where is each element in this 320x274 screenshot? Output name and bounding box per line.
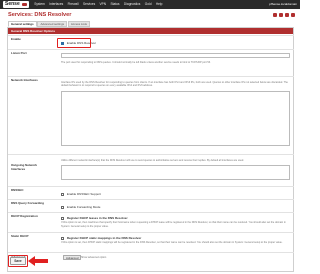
dhcp-registration-text: Register DHCP leases in the DNS Resolver	[66, 216, 128, 221]
sliders-icon[interactable]	[273, 13, 277, 17]
outgoing-interfaces-listbox[interactable]	[61, 165, 290, 181]
highlight-enable	[57, 38, 91, 48]
menu-vpn[interactable]: VPN	[97, 0, 108, 9]
tab-bar: General settings Advanced settings Acces…	[8, 21, 91, 27]
tab-advanced-settings[interactable]: Advanced settings	[37, 21, 68, 27]
row-listen-port: Listen Port The port used for responding…	[8, 49, 294, 76]
logo-mark-icon	[22, 3, 27, 6]
dhcp-registration-checkbox[interactable]	[61, 216, 64, 220]
row-enable: Enable Enable DNS Resolver	[8, 35, 294, 49]
listen-port-control: The port used for responding to DNS quer…	[61, 53, 290, 64]
row-advanced: Advanced Advanced Show advanced option	[8, 252, 294, 262]
row-network-interfaces: Network Interfaces Interface IPs used by…	[8, 76, 294, 154]
network-interfaces-help: Interface IPs used by the DNS Resolver f…	[61, 81, 288, 88]
dhcp-registration-help: If this option is set, then machines tha…	[61, 221, 286, 228]
arrow-left-icon	[28, 256, 48, 266]
row-outgoing-interfaces: Outgoing Network Interfaces Utilize diff…	[8, 154, 294, 186]
dnssec-label: DNSSEC	[11, 188, 24, 192]
tab-access-lists[interactable]: Access Lists	[67, 21, 90, 27]
main-menu: System Interfaces Firewall Services VPN …	[32, 0, 165, 9]
forwarding-checkbox[interactable]	[61, 205, 64, 209]
logo-text: Sense	[5, 1, 20, 7]
outgoing-interfaces-help: Utilize different network interface(s) t…	[61, 159, 244, 162]
panel-title: General DNS Resolver Options	[8, 28, 293, 34]
header-icons	[273, 13, 295, 17]
page-title: Services: DNS Resolver	[8, 12, 72, 18]
static-dhcp-text: Register DHCP static mappings in the DNS…	[66, 236, 142, 241]
menu-status[interactable]: Status	[108, 0, 121, 9]
outgoing-interfaces-control: Utilize different network interface(s) t…	[61, 159, 290, 181]
general-options-panel: General DNS Resolver Options Enable Enab…	[7, 27, 294, 272]
row-static-dhcp: Static DHCP Register DHCP static mapping…	[8, 232, 294, 252]
listen-port-label: Listen Port	[11, 51, 27, 55]
listen-port-input[interactable]	[61, 53, 290, 58]
network-interfaces-label: Network Interfaces	[11, 78, 38, 82]
enable-label: Enable	[11, 37, 21, 41]
menu-firewall[interactable]: Firewall	[65, 0, 80, 9]
menu-system[interactable]: System	[32, 0, 47, 9]
tab-general-settings[interactable]: General settings	[8, 21, 37, 27]
chart-icon[interactable]	[279, 13, 283, 17]
dhcp-registration-label: DHCP Registration	[11, 214, 38, 218]
advanced-note: Show advanced option	[81, 256, 107, 259]
static-dhcp-label: Static DHCP	[11, 234, 29, 238]
network-interfaces-listbox[interactable]	[61, 90, 290, 146]
row-dhcp-registration: DHCP Registration Register DHCP leases i…	[8, 212, 294, 232]
menu-help[interactable]: Help	[154, 0, 165, 9]
static-dhcp-help: If this option is set, then DHCP static …	[61, 241, 283, 245]
forwarding-text: Enable Forwarding Mode	[66, 205, 101, 210]
outgoing-interfaces-label: Outgoing Network Interfaces	[11, 163, 37, 171]
listen-port-help: The port used for responding to DNS quer…	[61, 61, 211, 64]
row-forwarding: DNS Query Forwarding Enable Forwarding M…	[8, 199, 294, 212]
hostname: pfSense.localdomain	[269, 2, 297, 6]
forwarding-label: DNS Query Forwarding	[11, 201, 45, 205]
menu-gold[interactable]: Gold	[143, 0, 154, 9]
help-icon[interactable]	[291, 13, 295, 17]
dnssec-control: Enable DNSSEC Support	[61, 192, 290, 196]
menu-services[interactable]: Services	[81, 0, 98, 9]
network-interfaces-control: Interface IPs used by the DNS Resolver f…	[61, 81, 290, 146]
highlight-save	[8, 255, 28, 267]
menu-interfaces[interactable]: Interfaces	[47, 0, 65, 9]
list-icon[interactable]	[285, 13, 289, 17]
menu-diagnostics[interactable]: Diagnostics	[122, 0, 143, 9]
static-dhcp-checkbox[interactable]	[61, 236, 64, 240]
row-dnssec: DNSSEC Enable DNSSEC Support	[8, 186, 294, 199]
dnssec-checkbox[interactable]	[61, 192, 64, 196]
pfsense-logo[interactable]: Sense	[3, 1, 29, 8]
static-dhcp-control: Register DHCP static mappings in the DNS…	[61, 236, 290, 245]
dhcp-registration-control: Register DHCP leases in the DNS Resolver…	[61, 216, 290, 228]
enable-control: Enable DNS Resolver	[61, 41, 290, 45]
forwarding-control: Enable Forwarding Mode	[61, 205, 290, 209]
advanced-button[interactable]: Advanced	[63, 255, 82, 260]
dnssec-text: Enable DNSSEC Support	[66, 192, 101, 197]
top-navbar: Sense System Interfaces Firewall Service…	[0, 0, 300, 9]
